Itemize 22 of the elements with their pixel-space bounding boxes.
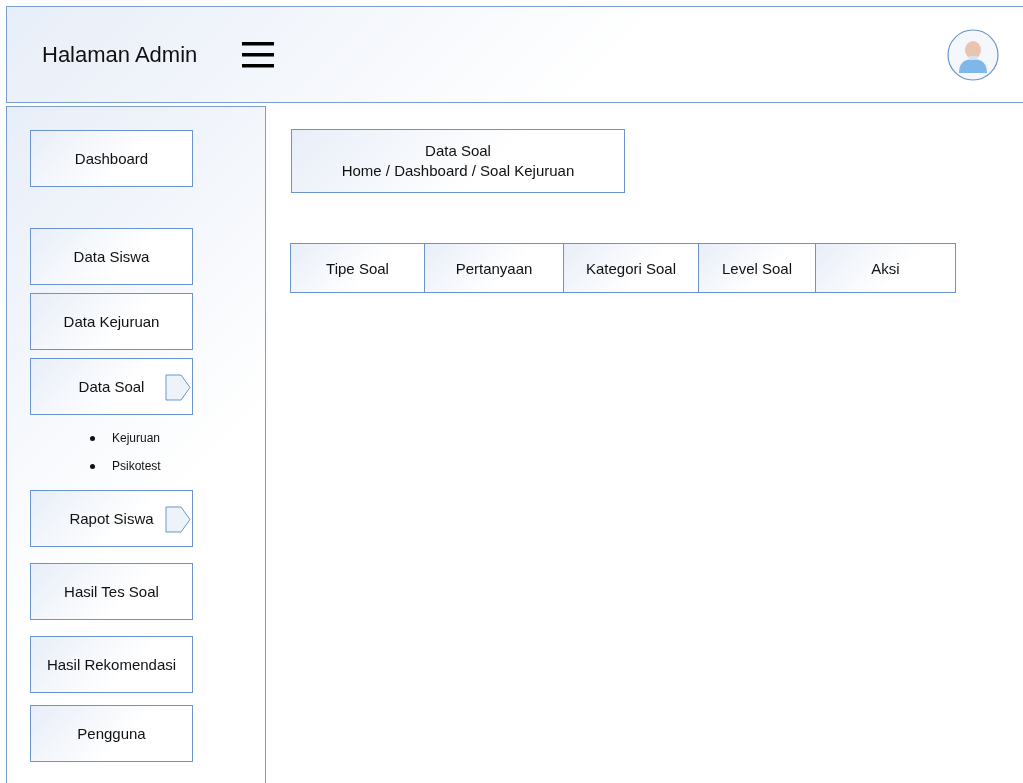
sidebar-item[interactable]: Data Soal [30,358,193,415]
column-header: Kategori Soal [563,243,699,293]
sidebar-item[interactable]: Hasil Tes Soal [30,563,193,620]
section-title: Data Soal [425,141,491,161]
column-header: Tipe Soal [290,243,425,293]
breadcrumb: Home / Dashboard / Soal Kejuruan [341,161,575,181]
column-header: Aksi [815,243,956,293]
user-avatar-icon[interactable] [947,28,999,81]
sidebar-item[interactable]: Dashboard [30,130,193,187]
column-header: Pertanyaan [424,243,564,293]
sidebar-item[interactable]: Rapot Siswa [30,490,193,547]
column-header: Level Soal [698,243,816,293]
submenu-item[interactable]: Kejuruan [112,431,161,445]
sidebar-item[interactable]: Data Kejuruan [30,293,193,350]
sidebar-item[interactable]: Data Siswa [30,228,193,285]
page-title: Halaman Admin [42,41,198,68]
bullet-icon [90,463,95,469]
submenu-item[interactable]: Psikotest [112,459,161,473]
sidebar-item[interactable]: Pengguna [30,705,193,762]
sidebar-item[interactable]: Hasil Rekomendasi [30,636,193,693]
menu-icon[interactable] [242,40,275,69]
bullet-icon [90,435,95,441]
